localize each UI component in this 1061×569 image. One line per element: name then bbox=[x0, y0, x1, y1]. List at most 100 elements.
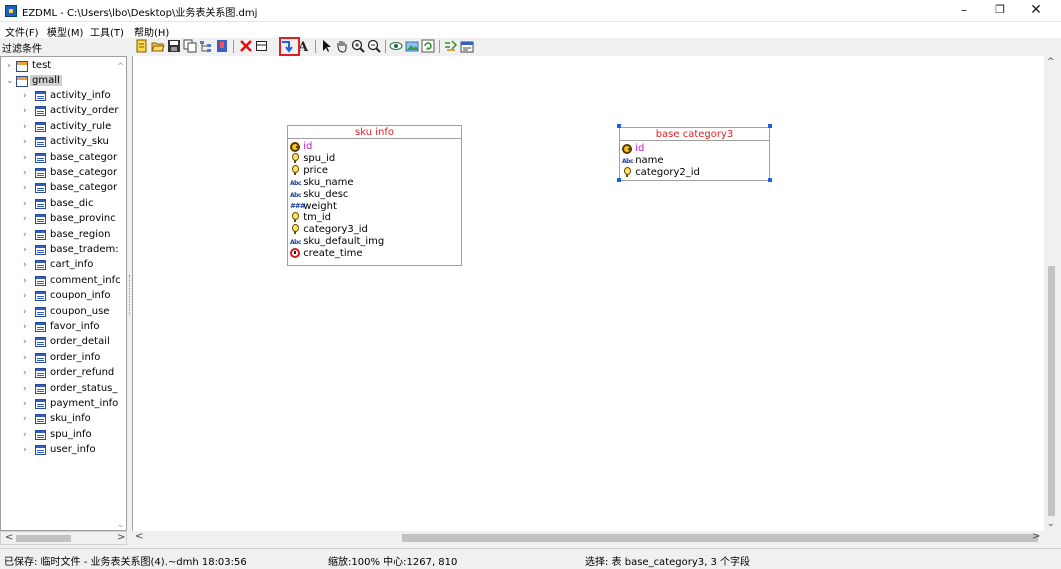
zoom-in-icon[interactable] bbox=[351, 39, 365, 53]
tree-item-table[interactable]: › favor_info bbox=[1, 320, 126, 335]
chevron-right-icon[interactable]: › bbox=[23, 337, 27, 347]
tree-item-gmall[interactable]: ⌄ gmall bbox=[1, 74, 126, 89]
tree-horizontal-scrollbar[interactable]: < > bbox=[0, 531, 127, 545]
select-pointer-icon[interactable] bbox=[319, 39, 333, 53]
tree-item-table[interactable]: › base_tradem: bbox=[1, 243, 126, 258]
diagram-canvas[interactable]: sku info id spu_id price sku_name sku_de… bbox=[132, 56, 1044, 531]
menu-tools[interactable]: 工具(T) bbox=[90, 24, 124, 39]
chevron-right-icon[interactable]: › bbox=[23, 137, 27, 147]
menu-file[interactable]: 文件(F) bbox=[5, 24, 39, 39]
tree-item-table[interactable]: › activity_sku bbox=[1, 135, 126, 150]
chevron-right-icon[interactable]: › bbox=[23, 399, 27, 409]
delete-icon[interactable] bbox=[239, 39, 253, 53]
table-tool-icon[interactable] bbox=[255, 39, 269, 53]
chevron-right-icon[interactable]: › bbox=[23, 91, 27, 101]
tree-item-table[interactable]: › order_status_ bbox=[1, 382, 126, 397]
entity-field[interactable]: spu_id bbox=[290, 152, 335, 164]
tree-item-table[interactable]: › base_provinc bbox=[1, 212, 126, 227]
copy-icon[interactable] bbox=[183, 39, 197, 53]
zoom-out-icon[interactable] bbox=[367, 39, 381, 53]
tree-item-table[interactable]: › base_dic bbox=[1, 197, 126, 212]
entity-field[interactable]: category2_id bbox=[622, 166, 700, 178]
tree-item-table[interactable]: › activity_order bbox=[1, 104, 126, 119]
chevron-right-icon[interactable]: › bbox=[23, 230, 27, 240]
chevron-right-icon[interactable]: › bbox=[23, 384, 27, 394]
scroll-right-icon[interactable]: > bbox=[1032, 531, 1040, 542]
chevron-right-icon[interactable]: › bbox=[23, 106, 27, 116]
tree-item-table[interactable]: › activity_rule bbox=[1, 120, 126, 135]
scroll-down-icon[interactable]: ⌄ bbox=[1047, 519, 1055, 529]
scroll-left-icon[interactable]: < bbox=[5, 532, 13, 543]
scroll-thumb[interactable] bbox=[1048, 266, 1055, 516]
tree-scroll-up-icon[interactable]: ^ bbox=[117, 62, 125, 72]
entity-field[interactable]: sku_name bbox=[290, 177, 354, 189]
tree-item-table[interactable]: › payment_info bbox=[1, 397, 126, 412]
entity-field[interactable]: weight bbox=[290, 201, 337, 212]
model-tree[interactable]: › test ⌄ gmall › activity_info › activity_o… bbox=[0, 56, 127, 531]
selection-handle[interactable] bbox=[768, 178, 772, 182]
tree-item-table[interactable]: › base_categor bbox=[1, 151, 126, 166]
chevron-right-icon[interactable]: › bbox=[23, 368, 27, 378]
chevron-right-icon[interactable]: › bbox=[23, 199, 27, 209]
chevron-right-icon[interactable]: › bbox=[23, 153, 27, 163]
entity-field[interactable]: sku_desc bbox=[290, 189, 348, 201]
close-button[interactable]: ✕ bbox=[1018, 0, 1054, 22]
open-folder-icon[interactable] bbox=[151, 39, 165, 53]
chevron-right-icon[interactable]: › bbox=[23, 260, 27, 270]
save-icon[interactable] bbox=[167, 39, 181, 53]
tree-item-table[interactable]: › base_region bbox=[1, 228, 126, 243]
generate-code-icon[interactable] bbox=[444, 39, 458, 53]
selection-handle[interactable] bbox=[617, 178, 621, 182]
hand-pan-icon[interactable] bbox=[335, 39, 349, 53]
canvas-vertical-scrollbar[interactable]: ^ ⌄ bbox=[1044, 56, 1059, 531]
tree-item-table[interactable]: › comment_infc bbox=[1, 274, 126, 289]
chevron-right-icon[interactable]: › bbox=[23, 168, 27, 178]
entity-field[interactable]: category3_id bbox=[290, 224, 368, 235]
entity-field[interactable]: tm_id bbox=[290, 212, 331, 223]
entity-base-category3[interactable]: base category3 id name category2_id bbox=[619, 127, 770, 181]
eye-view-icon[interactable] bbox=[389, 39, 403, 53]
entity-sku-info[interactable]: sku info id spu_id price sku_name sku_de… bbox=[287, 125, 462, 266]
chevron-right-icon[interactable]: › bbox=[23, 276, 27, 286]
chevron-right-icon[interactable]: › bbox=[23, 430, 27, 440]
tree-item-table[interactable]: › user_info bbox=[1, 443, 126, 458]
scroll-right-icon[interactable]: > bbox=[117, 532, 125, 543]
bookmark-icon[interactable] bbox=[215, 39, 229, 53]
scroll-up-icon[interactable]: ^ bbox=[1047, 57, 1055, 67]
chevron-right-icon[interactable]: › bbox=[23, 353, 27, 363]
splitter-grip[interactable] bbox=[129, 275, 131, 315]
entity-field[interactable]: id bbox=[622, 143, 644, 154]
minimize-button[interactable]: – bbox=[946, 0, 982, 22]
chevron-right-icon[interactable]: › bbox=[23, 445, 27, 455]
chevron-right-icon[interactable]: › bbox=[23, 245, 27, 255]
filter-label[interactable]: 过滤条件 bbox=[2, 40, 42, 55]
tree-structure-icon[interactable] bbox=[199, 39, 213, 53]
chevron-right-icon[interactable]: › bbox=[7, 61, 11, 71]
entity-field[interactable]: price bbox=[290, 164, 328, 176]
chevron-right-icon[interactable]: › bbox=[23, 183, 27, 193]
chevron-right-icon[interactable]: › bbox=[23, 414, 27, 424]
tree-item-table[interactable]: › order_refund bbox=[1, 366, 126, 381]
selection-handle[interactable] bbox=[768, 124, 772, 128]
tree-item-table[interactable]: › base_categor bbox=[1, 166, 126, 181]
chevron-down-icon[interactable]: ⌄ bbox=[6, 76, 14, 86]
refresh-icon[interactable] bbox=[421, 39, 435, 53]
chevron-right-icon[interactable]: › bbox=[23, 322, 27, 332]
entity-field[interactable]: create_time bbox=[290, 248, 363, 259]
canvas-horizontal-scrollbar[interactable]: < > bbox=[132, 531, 1044, 545]
tree-item-table[interactable]: › coupon_use bbox=[1, 305, 126, 320]
tree-item-table[interactable]: › base_categor bbox=[1, 181, 126, 196]
tree-scroll-down-icon[interactable]: ⌄ bbox=[117, 520, 125, 530]
tree-item-test[interactable]: › test bbox=[1, 59, 126, 74]
tree-item-table[interactable]: › activity_info bbox=[1, 89, 126, 104]
menu-model[interactable]: 模型(M) bbox=[47, 24, 83, 39]
scroll-thumb[interactable] bbox=[16, 535, 71, 542]
tree-item-table[interactable]: › cart_info bbox=[1, 258, 126, 273]
selection-handle[interactable] bbox=[617, 124, 621, 128]
properties-icon[interactable] bbox=[460, 39, 474, 53]
scroll-thumb[interactable] bbox=[402, 534, 1038, 542]
tree-item-table[interactable]: › sku_info bbox=[1, 412, 126, 427]
chevron-right-icon[interactable]: › bbox=[23, 291, 27, 301]
tree-item-table[interactable]: › order_info bbox=[1, 351, 126, 366]
tree-item-table[interactable]: › spu_info bbox=[1, 428, 126, 443]
